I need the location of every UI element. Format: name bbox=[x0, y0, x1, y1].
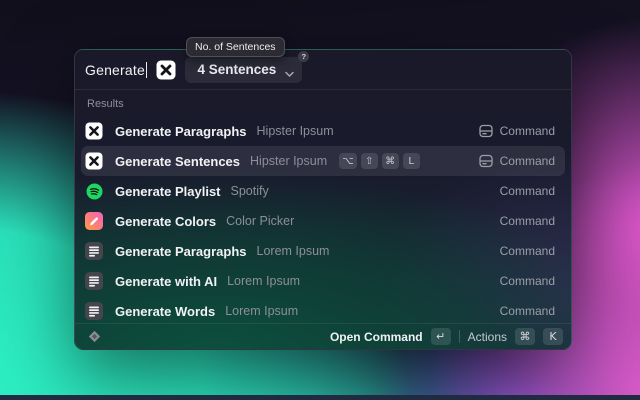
result-subtitle: Lorem Ipsum bbox=[257, 244, 330, 258]
desktop-background: Generate 4 Sentences ? Results Generate … bbox=[0, 0, 640, 400]
results-header: Results bbox=[87, 98, 565, 110]
k-key-badge: K bbox=[543, 328, 563, 345]
result-title: Generate Sentences bbox=[115, 154, 240, 169]
result-type-label: Command bbox=[500, 274, 555, 288]
result-subtitle: Color Picker bbox=[226, 214, 294, 228]
x-app-icon bbox=[156, 60, 176, 80]
command-key-badge: ⌘ bbox=[515, 328, 535, 345]
result-subtitle: Lorem Ipsum bbox=[225, 304, 298, 318]
search-input[interactable]: Generate bbox=[85, 62, 147, 78]
document-icon bbox=[85, 242, 103, 260]
result-row-generate-playlist-spotify[interactable]: Generate Playlist Spotify Command bbox=[81, 176, 565, 206]
x-app-icon bbox=[85, 152, 103, 170]
result-row-generate-with-ai-lorem-ipsum[interactable]: Generate with AI Lorem Ipsum Command bbox=[81, 266, 565, 296]
shortcut-badges: ⌥⇧⌘L bbox=[339, 153, 420, 169]
result-title: Generate Paragraphs bbox=[115, 124, 247, 139]
sentences-dropdown-value: 4 Sentences bbox=[197, 62, 276, 77]
chevron-down-icon bbox=[285, 66, 294, 81]
result-row-generate-colors-color-picker[interactable]: Generate Colors Color Picker Command bbox=[81, 206, 565, 236]
spotify-icon bbox=[85, 182, 103, 200]
result-title: Generate with AI bbox=[115, 274, 217, 289]
tooltip: No. of Sentences bbox=[186, 37, 285, 57]
result-subtitle: Spotify bbox=[231, 184, 269, 198]
results-list: Results Generate Paragraphs Hipster Ipsu… bbox=[75, 90, 571, 323]
document-icon bbox=[85, 272, 103, 290]
result-subtitle: Hipster Ipsum bbox=[257, 124, 334, 138]
result-row-generate-paragraphs-lorem-ipsum[interactable]: Generate Paragraphs Lorem Ipsum Command bbox=[81, 236, 565, 266]
bottom-edge-strip bbox=[0, 395, 640, 400]
footer-actions-group: Open Command ↵ Actions ⌘ K bbox=[330, 328, 563, 345]
shortcut-key-badge: L bbox=[403, 153, 420, 169]
search-bar: Generate 4 Sentences ? bbox=[75, 50, 571, 89]
result-subtitle: Lorem Ipsum bbox=[227, 274, 300, 288]
result-row-generate-words-lorem-ipsum[interactable]: Generate Words Lorem Ipsum Command bbox=[81, 296, 565, 323]
color-picker-icon bbox=[85, 212, 103, 230]
search-input-value: Generate bbox=[85, 62, 145, 78]
text-caret bbox=[146, 62, 148, 78]
result-row-generate-sentences-hipster-ipsum[interactable]: Generate Sentences Hipster Ipsum ⌥⇧⌘L Co… bbox=[81, 146, 565, 176]
result-title: Generate Playlist bbox=[115, 184, 221, 199]
footer-divider bbox=[459, 330, 460, 343]
result-type-label: Command bbox=[500, 244, 555, 258]
raycast-logo-icon bbox=[87, 329, 102, 344]
card-icon bbox=[479, 154, 493, 168]
open-command-button[interactable]: Open Command bbox=[330, 330, 423, 344]
sentences-dropdown[interactable]: 4 Sentences ? bbox=[185, 57, 302, 83]
footer-bar: Open Command ↵ Actions ⌘ K bbox=[75, 323, 571, 349]
shortcut-key-badge: ⌘ bbox=[382, 153, 399, 169]
result-title: Generate Words bbox=[115, 304, 215, 319]
result-type-label: Command bbox=[500, 304, 555, 318]
actions-button[interactable]: Actions bbox=[468, 330, 507, 344]
shortcut-key-badge: ⇧ bbox=[361, 153, 378, 169]
result-subtitle: Hipster Ipsum bbox=[250, 154, 327, 168]
results-rows: Generate Paragraphs Hipster Ipsum Comman… bbox=[81, 116, 565, 323]
result-type-label: Command bbox=[500, 154, 555, 168]
result-type-label: Command bbox=[500, 214, 555, 228]
result-title: Generate Colors bbox=[115, 214, 216, 229]
return-key-badge: ↵ bbox=[431, 328, 451, 345]
result-type-label: Command bbox=[500, 124, 555, 138]
result-row-generate-paragraphs-hipster-ipsum[interactable]: Generate Paragraphs Hipster Ipsum Comman… bbox=[81, 116, 565, 146]
result-title: Generate Paragraphs bbox=[115, 244, 247, 259]
help-badge-icon[interactable]: ? bbox=[298, 51, 309, 62]
command-palette-window: Generate 4 Sentences ? Results Generate … bbox=[74, 49, 572, 350]
x-app-icon bbox=[85, 122, 103, 140]
shortcut-key-badge: ⌥ bbox=[339, 153, 357, 169]
document-icon bbox=[85, 302, 103, 320]
result-type-label: Command bbox=[500, 184, 555, 198]
card-icon bbox=[479, 124, 493, 138]
